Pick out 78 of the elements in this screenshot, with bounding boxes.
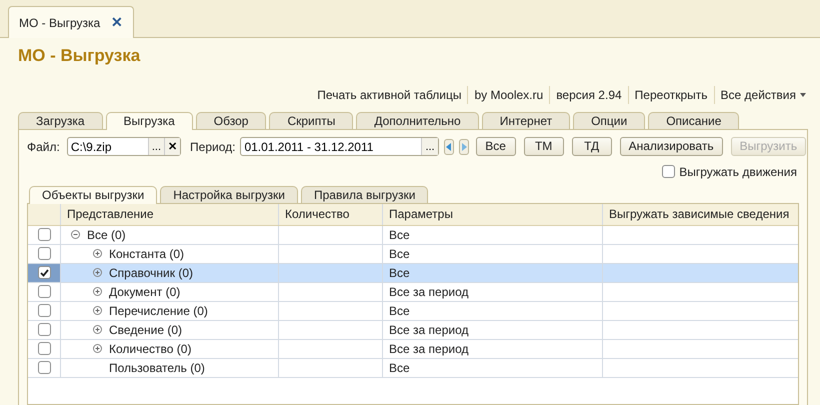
command-link[interactable]: Печать активной таблицы bbox=[311, 86, 468, 104]
row-checkbox[interactable] bbox=[38, 247, 50, 260]
tab[interactable]: Настройка выгрузки bbox=[160, 186, 298, 202]
tree-item-label[interactable]: Константа (0) bbox=[109, 244, 184, 262]
table-cell-text: Все bbox=[389, 226, 410, 244]
action-button[interactable]: Все bbox=[476, 137, 516, 156]
row-checkbox[interactable] bbox=[38, 266, 50, 279]
table-cell-text: Все bbox=[389, 360, 410, 376]
movements-checkbox[interactable] bbox=[662, 165, 676, 178]
tab[interactable]: Интернет bbox=[482, 112, 570, 128]
tab[interactable]: Выгрузка bbox=[106, 112, 193, 130]
tab[interactable]: Загрузка bbox=[18, 112, 103, 128]
expand-icon[interactable] bbox=[93, 325, 102, 334]
command-link[interactable]: Все действия bbox=[714, 86, 812, 104]
clear-button[interactable]: ✕ bbox=[164, 138, 180, 155]
tree-item-label[interactable]: Справочник (0) bbox=[109, 264, 193, 282]
action-button[interactable]: Анализировать bbox=[620, 137, 723, 156]
tree-item-label[interactable]: Перечисление (0) bbox=[109, 302, 208, 320]
previous-period-button[interactable] bbox=[444, 138, 454, 154]
tree-item-label[interactable]: Сведение (0) bbox=[109, 320, 182, 338]
expand-icon[interactable] bbox=[93, 306, 102, 315]
action-button[interactable]: ТМ bbox=[524, 137, 564, 156]
action-button[interactable]: ТД bbox=[572, 137, 612, 156]
tab[interactable]: Дополнительно bbox=[356, 112, 479, 128]
row-checkbox[interactable] bbox=[38, 285, 50, 298]
command-link[interactable]: версия 2.94 bbox=[549, 86, 628, 104]
table-cell-text: Все bbox=[389, 264, 410, 282]
window-title: МО - Выгрузка bbox=[18, 45, 142, 67]
row-checkbox[interactable] bbox=[38, 304, 50, 317]
tab[interactable]: Описание bbox=[648, 112, 740, 128]
row-checkbox[interactable] bbox=[38, 361, 50, 374]
collapse-icon[interactable] bbox=[71, 230, 80, 239]
column-header[interactable]: Параметры bbox=[383, 204, 603, 224]
table-cell-text: Все за период bbox=[389, 284, 468, 300]
period-field[interactable]: 01.01.2011 - 31.12.2011 ... bbox=[240, 137, 439, 156]
expand-icon[interactable] bbox=[93, 268, 102, 277]
tree-item-label[interactable]: Количество (0) bbox=[109, 340, 192, 358]
window-tab-title[interactable]: МО - Выгрузка bbox=[19, 14, 100, 32]
table-cell-text: Все bbox=[389, 302, 410, 320]
command-link[interactable]: Переоткрыть bbox=[628, 86, 714, 104]
tab[interactable]: Объекты выгрузки bbox=[29, 186, 158, 204]
table-cell-text: Все bbox=[389, 246, 410, 262]
tab[interactable]: Скрипты bbox=[269, 112, 354, 128]
browse-button[interactable]: ... bbox=[421, 138, 438, 155]
row-checkbox[interactable] bbox=[38, 228, 50, 241]
period-label: Период: bbox=[190, 138, 236, 156]
browse-button[interactable]: ... bbox=[148, 138, 164, 155]
table-row[interactable]: Документ (0) Все за период bbox=[28, 282, 798, 302]
left-arrow-icon bbox=[444, 142, 453, 150]
tab[interactable]: Правила выгрузки bbox=[300, 186, 428, 202]
tab[interactable]: Обзор bbox=[196, 112, 266, 128]
row-checkbox[interactable] bbox=[38, 342, 50, 355]
table-row[interactable]: Все (0) Все bbox=[28, 226, 798, 244]
file-field[interactable]: C:\9.zip ... ✕ bbox=[66, 137, 182, 156]
command-link[interactable]: by Moolex.ru bbox=[467, 86, 550, 104]
row-checkbox[interactable] bbox=[38, 323, 50, 336]
tree-item-label[interactable]: Все (0) bbox=[87, 226, 126, 244]
expand-icon[interactable] bbox=[93, 344, 102, 353]
movements-label: Выгружать движения bbox=[679, 164, 797, 180]
table-row[interactable]: Перечисление (0) Все bbox=[28, 302, 798, 320]
table-row[interactable]: Пользователь (0) Все bbox=[28, 358, 798, 378]
column-header[interactable]: Выгружать зависимые сведения bbox=[603, 204, 798, 224]
table-row[interactable]: Сведение (0) Все за период bbox=[28, 320, 798, 340]
expand-icon[interactable] bbox=[93, 287, 102, 296]
tree-item-label[interactable]: Документ (0) bbox=[109, 282, 180, 300]
file-label: Файл: bbox=[27, 138, 60, 156]
table-cell-text: Все за период bbox=[389, 322, 468, 338]
tree-item-label[interactable]: Пользователь (0) bbox=[109, 358, 205, 376]
table-cell-text: Все за период bbox=[389, 340, 468, 358]
column-header[interactable]: Количество bbox=[279, 204, 383, 224]
close-button[interactable]: ✕ bbox=[111, 12, 123, 33]
table-row[interactable]: Количество (0) Все за период bbox=[28, 340, 798, 358]
next-period-button[interactable] bbox=[458, 138, 469, 154]
right-arrow-icon bbox=[460, 142, 468, 150]
table-row[interactable]: Справочник (0) Все bbox=[28, 264, 798, 282]
expand-icon[interactable] bbox=[93, 249, 102, 258]
column-header[interactable]: Представление bbox=[61, 204, 279, 224]
tab[interactable]: Опции bbox=[573, 112, 646, 128]
